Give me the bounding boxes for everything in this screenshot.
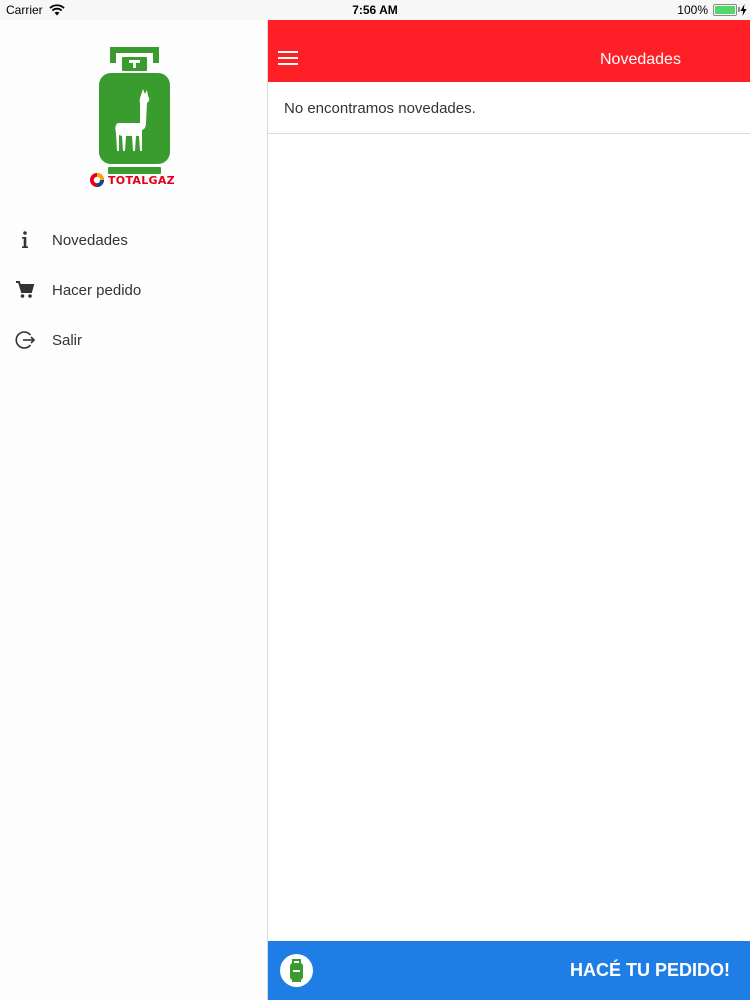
sidebar-item-novedades[interactable]: Novedades	[0, 216, 267, 266]
sidebar-item-label: Salir	[52, 332, 83, 349]
order-button-label: HACÉ TU PEDIDO!	[569, 960, 730, 980]
page-title: Novedades	[600, 51, 681, 68]
top-nav-bar: Novedades	[268, 20, 750, 82]
order-button[interactable]: HACÉ TU PEDIDO!	[268, 941, 750, 1000]
battery-icon	[713, 4, 737, 16]
clock: 7:56 AM	[352, 3, 398, 17]
brand-name: TOTALGAZ	[108, 174, 175, 187]
battery-percent: 100%	[677, 3, 708, 17]
sidebar-item-label: Novedades	[52, 232, 128, 249]
order-icon-circle	[280, 954, 313, 987]
hamburger-icon[interactable]	[278, 51, 298, 67]
info-icon	[22, 231, 28, 248]
gas-cylinder-icon	[290, 959, 303, 982]
sidebar-item-salir[interactable]: Salir	[0, 316, 267, 366]
charging-icon	[740, 4, 747, 16]
cart-icon	[16, 281, 35, 298]
sidebar: TOTALGAZ Novedades Hacer pedido Salir	[0, 20, 268, 1000]
empty-state-message: No encontramos novedades.	[284, 100, 476, 117]
sidebar-item-label: Hacer pedido	[52, 282, 142, 299]
sidebar-item-hacer-pedido[interactable]: Hacer pedido	[0, 266, 267, 316]
sidebar-menu: Novedades Hacer pedido Salir	[0, 216, 267, 366]
empty-state-row: No encontramos novedades.	[268, 82, 750, 134]
app-screen: Carrier 7:56 AM 100% TOTALGAZ Novedades …	[0, 0, 750, 1000]
logout-icon	[15, 331, 36, 349]
status-bar: Carrier 7:56 AM 100%	[0, 0, 750, 20]
total-logo-icon	[90, 173, 104, 187]
